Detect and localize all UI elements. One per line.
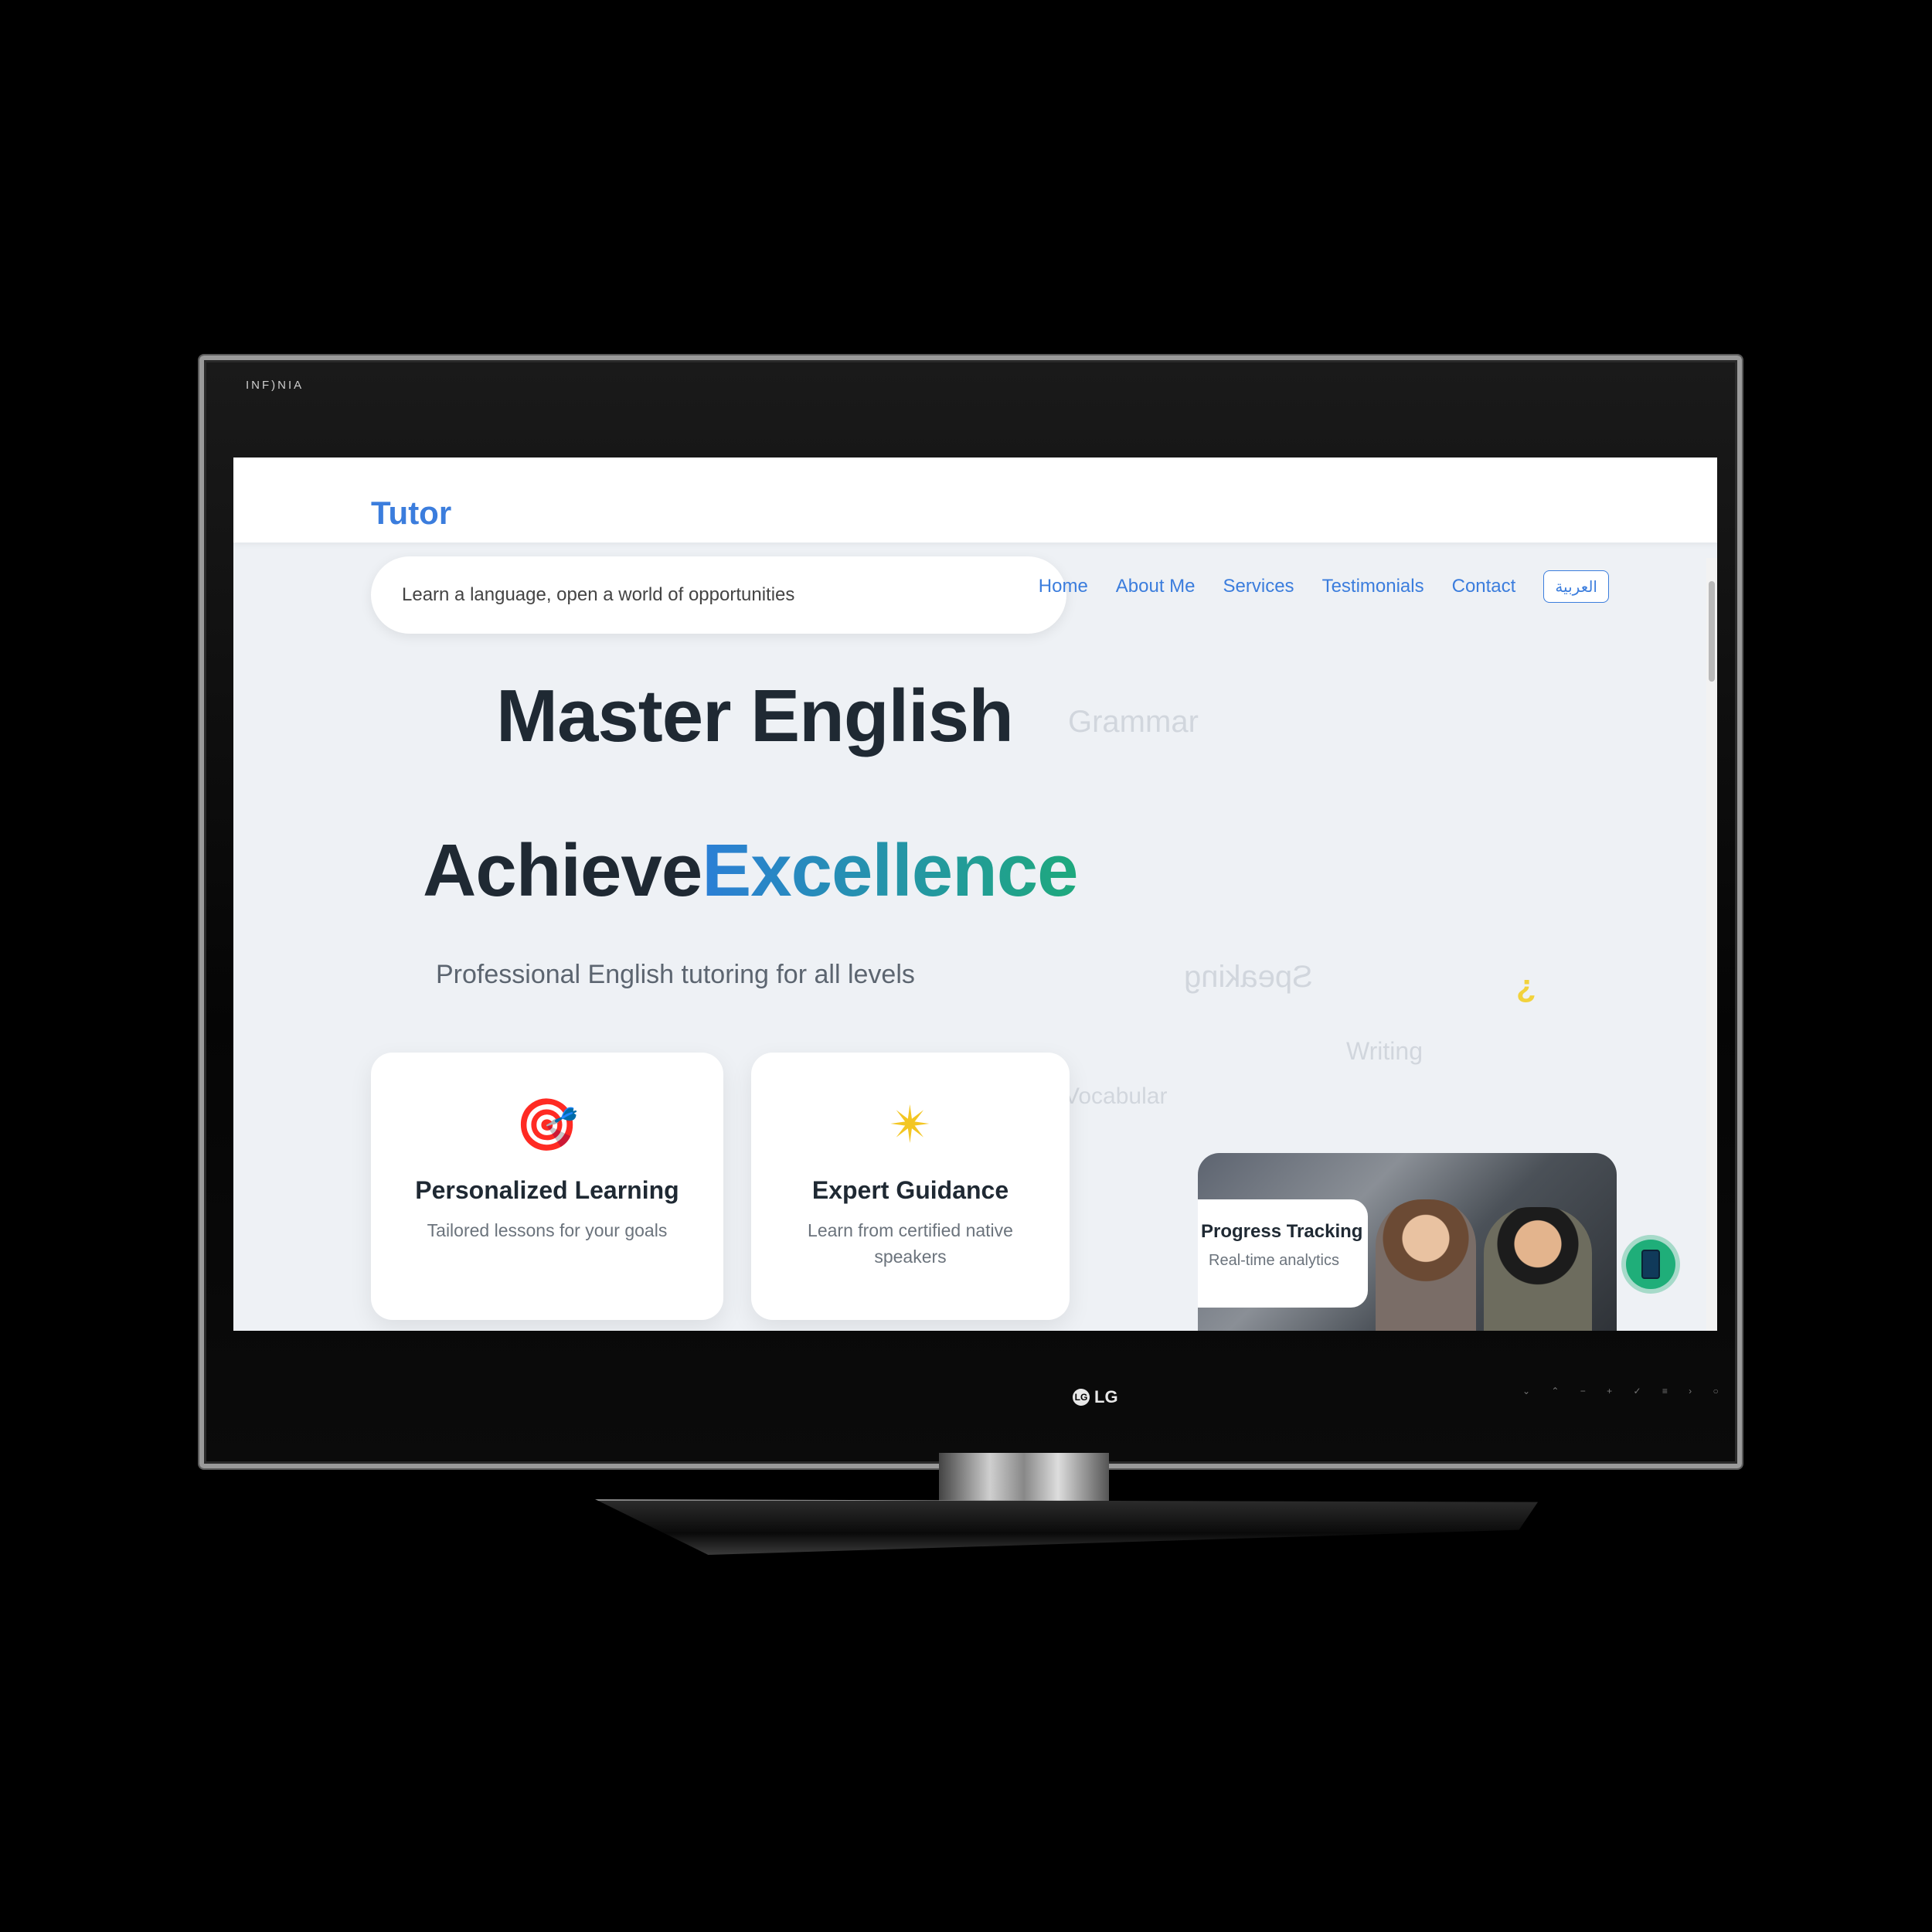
tagline-banner: Learn a language, open a world of opport…	[371, 556, 1066, 634]
target-icon: 🎯	[515, 1096, 580, 1153]
feature-card-title: Expert Guidance	[811, 1176, 1009, 1204]
nav-services[interactable]: Services	[1223, 576, 1294, 597]
hero-title: Master English	[496, 675, 1014, 757]
tv-control-buttons: ⌄ ⌃ − + ✓ ≡ › ○	[1522, 1386, 1728, 1396]
feature-card-desc: Learn from certified native speakers	[808, 1220, 1013, 1267]
hero-subtitle-part1: Achieve	[423, 829, 702, 912]
tagline-text: Learn a language, open a world of opport…	[402, 584, 795, 605]
site-header: Tutor	[233, 457, 1717, 543]
feature-card-personalized: 🎯 Personalized Learning Tailored lessons…	[371, 1053, 723, 1320]
feature-card-expert: ✴ Expert Guidance Learn from certified n…	[751, 1053, 1070, 1320]
hero-subtitle-accent: Excellence	[702, 829, 1078, 912]
tv-neck	[939, 1453, 1109, 1507]
tv-logo-text: LG	[1094, 1387, 1118, 1406]
scrollbar[interactable]	[1706, 558, 1717, 1331]
student-photo-man	[1484, 1207, 1592, 1331]
progress-tracking-title: Progress Tracking	[1201, 1221, 1363, 1242]
student-photo-woman	[1376, 1199, 1476, 1331]
floating-question-mark: ¿	[1516, 968, 1536, 1004]
main-nav: Home About Me Services Testimonials Cont…	[1039, 570, 1609, 603]
tv-stand	[595, 1499, 1538, 1555]
star-icon: ✴	[889, 1096, 932, 1153]
feature-card-desc: Tailored lessons for your goals	[427, 1220, 668, 1240]
lg-logo-icon: LG	[1073, 1389, 1090, 1406]
feature-card-title: Personalized Learning	[415, 1176, 679, 1204]
floating-word-vocabulary: Vocabular	[1064, 1083, 1168, 1109]
nav-testimonials[interactable]: Testimonials	[1322, 576, 1424, 597]
floating-word-writing: Writing	[1346, 1037, 1423, 1065]
brand-logo[interactable]: Tutor	[371, 495, 451, 532]
nav-about-me[interactable]: About Me	[1116, 576, 1196, 597]
nav-contact[interactable]: Contact	[1452, 576, 1516, 597]
phone-icon	[1641, 1250, 1660, 1279]
browser-viewport: Tutor Learn a language, open a world of …	[233, 457, 1717, 1331]
nav-home[interactable]: Home	[1039, 576, 1088, 597]
floating-word-speaking: Speaking	[1184, 960, 1313, 994]
tv-logo: LG LG	[1073, 1387, 1118, 1407]
progress-tracking-label: Progress Tracking Real-time analytics	[1198, 1199, 1368, 1308]
contact-phone-button[interactable]	[1626, 1240, 1675, 1289]
hero-description: Professional English tutoring for all le…	[436, 960, 915, 989]
tv-top-brand: INF)NIA	[246, 379, 304, 392]
scrollbar-thumb[interactable]	[1709, 581, 1715, 682]
floating-word-grammar: Grammar	[1068, 705, 1199, 739]
language-toggle-button[interactable]: العربية	[1543, 570, 1609, 603]
progress-tracking-card: Progress Tracking Real-time analytics	[1198, 1153, 1617, 1331]
hero-subtitle: AchieveExcellence	[423, 828, 1079, 913]
progress-tracking-desc: Real-time analytics	[1209, 1252, 1339, 1269]
